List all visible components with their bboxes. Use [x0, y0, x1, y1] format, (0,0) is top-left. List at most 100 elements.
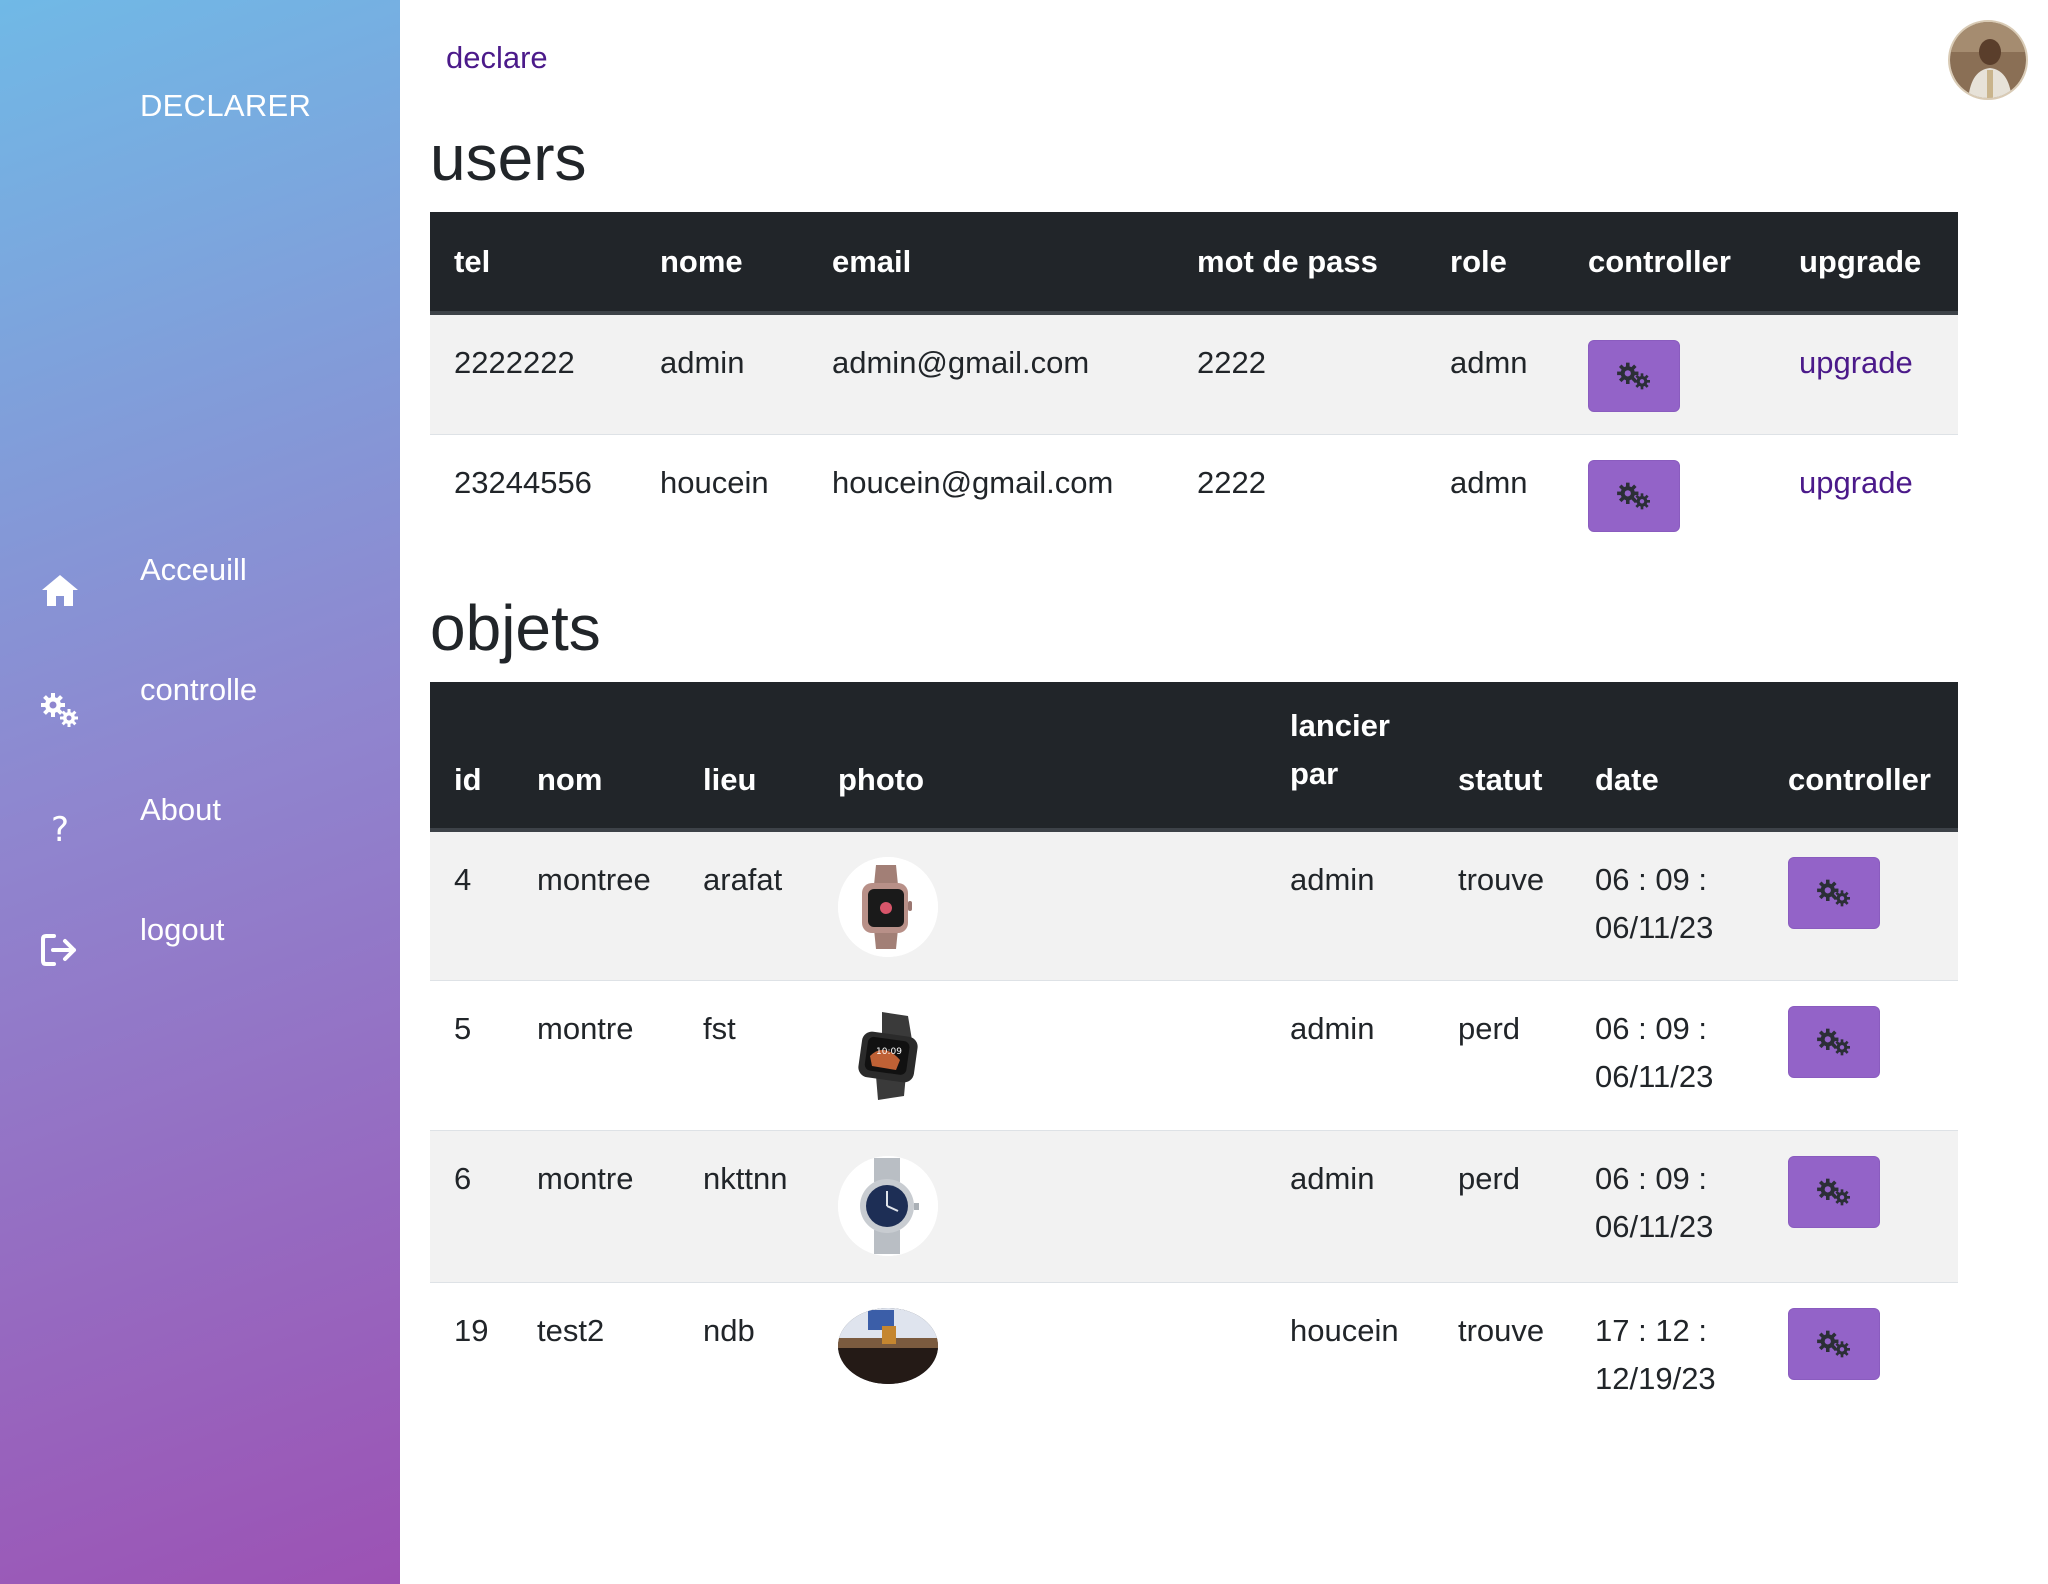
column-header: lieu	[679, 682, 814, 832]
objet-controller-button[interactable]	[1788, 1005, 1880, 1078]
column-header: controller	[1564, 212, 1775, 315]
table-row: 19 test2 ndb houcein trouve 17: 12: 12…	[430, 1282, 1958, 1432]
cell-date-day: 06/11/23	[1595, 910, 1714, 945]
column-header: statut	[1434, 682, 1571, 832]
objets-title: objets	[430, 592, 601, 664]
upgrade-link[interactable]: upgrade	[1799, 345, 1913, 380]
cell-role: admn	[1450, 464, 1528, 500]
cell-nome: houcein	[660, 464, 769, 500]
column-header: email	[808, 212, 1173, 315]
column-header: lancier par	[1266, 682, 1434, 832]
gears-icon	[1617, 482, 1650, 509]
table-row: 2222222 admin admin@gmail.com 2222 admn …	[430, 313, 1958, 434]
main-content: declare users tel nome email mot de pass…	[400, 0, 2048, 1584]
users-table: tel nome email mot de pass role controll…	[430, 212, 1958, 555]
room-photo	[838, 1307, 938, 1384]
column-header: mot de pass	[1173, 212, 1426, 315]
column-header: role	[1426, 212, 1564, 315]
user-controller-button[interactable]	[1588, 459, 1680, 532]
cell-lieu: arafat	[703, 862, 783, 897]
upgrade-link[interactable]: upgrade	[1799, 465, 1913, 500]
cell-date-day: 12/19/23	[1595, 1360, 1716, 1396]
pink-smartwatch-photo	[838, 857, 938, 957]
sidebar-item-label: Acceuill	[140, 552, 247, 587]
column-header: nom	[513, 682, 679, 832]
cell-date-time: 06 : 09 :	[1595, 1160, 1708, 1196]
cell-nom: montre	[537, 1160, 634, 1196]
cell-id: 6	[454, 1160, 472, 1196]
cell-email: houcein@gmail.com	[832, 464, 1114, 500]
objet-controller-button[interactable]	[1788, 857, 1880, 929]
gears-icon	[1817, 879, 1850, 907]
cell-lancier-par: admin	[1290, 1160, 1375, 1196]
cell-tel: 23244556	[454, 464, 592, 500]
cell-statut: trouve	[1458, 862, 1545, 897]
cell-statut: perd	[1458, 1160, 1521, 1196]
column-header: tel	[430, 212, 636, 315]
gears-icon	[38, 688, 82, 732]
sidebar-item-controlle[interactable]: controlle	[0, 670, 400, 750]
question-icon: ?	[50, 810, 70, 850]
cell-lancier-par: houcein	[1290, 1312, 1399, 1348]
cell-date-time: 17 : 12 :	[1595, 1312, 1708, 1348]
cell-nom: montree	[537, 862, 651, 897]
table-row: 6 montre nkttnn admin perd 06: 09: 06/…	[430, 1130, 1958, 1282]
cell-nom: test2	[537, 1312, 605, 1348]
column-header: upgrade	[1775, 212, 1958, 315]
cell-statut: trouve	[1458, 1312, 1545, 1348]
gears-icon	[1817, 1330, 1850, 1357]
sidebar-item-label: About	[140, 792, 222, 827]
sidebar-item-logout[interactable]: logout	[0, 910, 400, 990]
table-row: 23244556 houcein houcein@gmail.com 2222 …	[430, 434, 1958, 555]
column-header: photo	[814, 682, 1266, 832]
objet-controller-button[interactable]	[1788, 1307, 1880, 1380]
cell-pass: 2222	[1197, 464, 1266, 500]
cell-tel: 2222222	[454, 345, 575, 380]
cell-lancier-par: admin	[1290, 1010, 1375, 1046]
column-header: date	[1571, 682, 1764, 832]
cell-id: 4	[454, 862, 472, 897]
cell-pass: 2222	[1197, 345, 1266, 380]
table-row: 5 montre fst 10:09 admin perd 06: 09: …	[430, 980, 1958, 1130]
sidebar: DECLARER Acceuill controlle ? About logo…	[0, 0, 400, 1584]
steel-watch-photo	[838, 1155, 938, 1256]
cell-nome: admin	[660, 345, 745, 380]
cell-date-day: 06/11/23	[1595, 1058, 1714, 1094]
sidebar-item-label: controlle	[140, 672, 258, 707]
table-row: 4 montree arafat admin trouve 06: 09: …	[430, 830, 1958, 980]
svg-text:10:09: 10:09	[876, 1047, 902, 1057]
sidebar-item-label: logout	[140, 912, 225, 947]
objet-controller-button[interactable]	[1788, 1155, 1880, 1228]
black-smartwatch-photo: 10:09	[838, 1005, 938, 1106]
users-header-row: tel nome email mot de pass role controll…	[430, 212, 1958, 315]
user-avatar[interactable]	[1948, 20, 2028, 100]
cell-date-time: 06 : 09 :	[1595, 862, 1708, 897]
home-icon	[38, 568, 82, 612]
cell-lieu: nkttnn	[703, 1160, 788, 1196]
cell-role: admn	[1450, 345, 1528, 380]
cell-date-day: 06/11/23	[1595, 1208, 1714, 1244]
user-controller-button[interactable]	[1588, 340, 1680, 412]
cell-email: admin@gmail.com	[832, 345, 1090, 380]
cell-id: 5	[454, 1010, 472, 1046]
column-header: controller	[1764, 682, 1958, 832]
cell-lieu: ndb	[703, 1312, 755, 1348]
column-header: id	[430, 682, 513, 832]
cell-lancier-par: admin	[1290, 862, 1375, 897]
gears-icon	[1617, 362, 1650, 390]
logout-icon	[38, 928, 82, 972]
objets-table: id nom lieu photo lancier par statut dat…	[430, 682, 1958, 1432]
column-header: nome	[636, 212, 808, 315]
cell-date-time: 06 : 09 :	[1595, 1010, 1708, 1046]
declare-link[interactable]: declare	[446, 40, 548, 76]
objets-header-row: id nom lieu photo lancier par statut dat…	[430, 682, 1958, 832]
gears-icon	[1817, 1028, 1850, 1055]
cell-nom: montre	[537, 1010, 634, 1046]
cell-statut: perd	[1458, 1010, 1521, 1046]
sidebar-item-about[interactable]: ? About	[0, 790, 400, 870]
cell-id: 19	[454, 1312, 489, 1348]
cell-lieu: fst	[703, 1010, 736, 1046]
gears-icon	[1817, 1178, 1850, 1205]
sidebar-item-acceuill[interactable]: Acceuill	[0, 550, 400, 630]
brand-title[interactable]: DECLARER	[140, 88, 311, 124]
